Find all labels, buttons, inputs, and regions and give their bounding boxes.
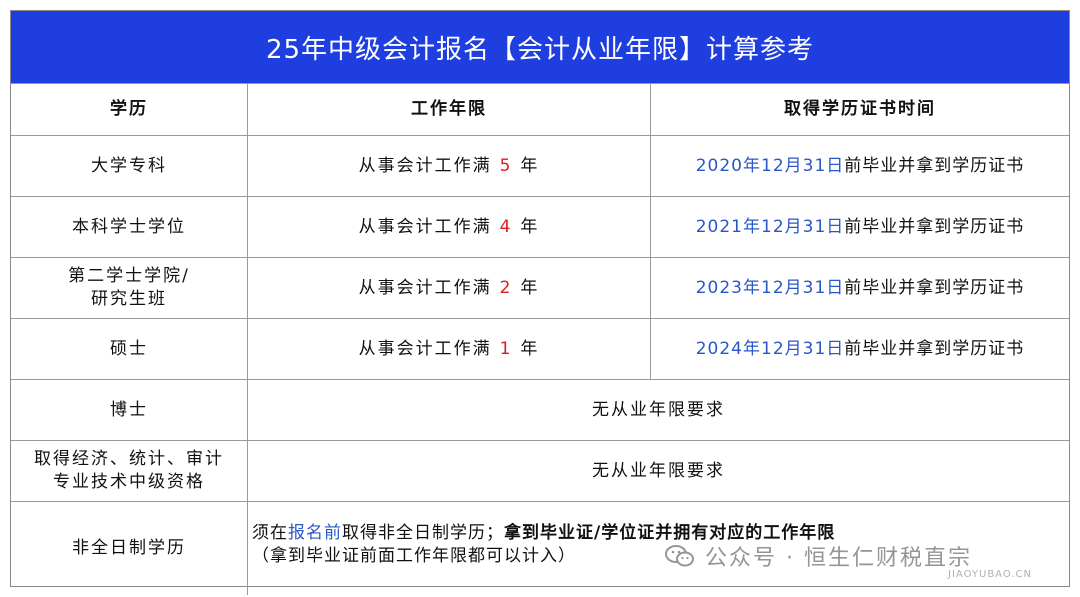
education-line-1: 取得经济、统计、审计 xyxy=(34,449,224,469)
work-years-suffix: 年 xyxy=(520,338,540,359)
work-years-suffix: 年 xyxy=(520,216,540,237)
note-prefix: 须在 xyxy=(252,522,288,543)
years-value: 1 xyxy=(499,338,513,359)
deadline-suffix: 前毕业并拿到学历证书 xyxy=(844,277,1025,298)
education-cell: 第二学士学院/ 研究生班 xyxy=(11,258,248,318)
education-cell: 博士 xyxy=(11,380,248,440)
table-row: 第二学士学院/ 研究生班 从事会计工作满 2 年 2023年12月31日 前毕业并… xyxy=(11,257,1069,318)
work-years-cell: 从事会计工作满 5 年 xyxy=(248,136,651,196)
table-row: 本科学士学位 从事会计工作满 4 年 2021年12月31日 前毕业并拿到学历证书 xyxy=(11,196,1069,257)
work-years-prefix: 从事会计工作满 xyxy=(358,216,492,237)
education-cell: 本科学士学位 xyxy=(11,197,248,257)
education-cell: 取得经济、统计、审计 专业技术中级资格 xyxy=(11,441,248,501)
education-cell: 大学专科 xyxy=(11,136,248,196)
table-title: 25年中级会计报名【会计从业年限】计算参考 xyxy=(11,11,1069,83)
certificate-time-cell: 2020年12月31日 前毕业并拿到学历证书 xyxy=(651,136,1069,196)
certificate-time-cell: 2021年12月31日 前毕业并拿到学历证书 xyxy=(651,197,1069,257)
note-middle: 取得非全日制学历； xyxy=(342,522,504,543)
certificate-time-cell: 2023年12月31日 前毕业并拿到学历证书 xyxy=(651,258,1069,318)
work-years-cell: 从事会计工作满 4 年 xyxy=(248,197,651,257)
header-education: 学历 xyxy=(11,84,248,135)
table-row: 博士 无从业年限要求 xyxy=(11,379,1069,440)
table-row: 硕士 从事会计工作满 1 年 2024年12月31日 前毕业并拿到学历证书 xyxy=(11,318,1069,379)
years-value: 2 xyxy=(499,277,513,298)
requirement-cell: 无从业年限要求 xyxy=(592,460,725,481)
deadline-date: 2023年12月31日 xyxy=(695,277,845,298)
deadline-suffix: 前毕业并拿到学历证书 xyxy=(844,216,1025,237)
work-years-prefix: 从事会计工作满 xyxy=(358,338,492,359)
work-years-suffix: 年 xyxy=(520,155,540,176)
header-work-years: 工作年限 xyxy=(248,84,651,135)
table-frame: 25年中级会计报名【会计从业年限】计算参考 学历 工作年限 取得学历证书时间 大… xyxy=(10,10,1070,595)
work-years-cell: 从事会计工作满 1 年 xyxy=(248,319,651,379)
education-cell: 非全日制学历 xyxy=(11,502,248,595)
wechat-icon xyxy=(665,545,694,567)
deadline-date: 2020年12月31日 xyxy=(695,155,845,176)
watermark: 公众号 · 恒生仁财税直宗 xyxy=(665,540,972,572)
education-cell: 硕士 xyxy=(11,319,248,379)
education-line-1: 第二学士学院/ xyxy=(68,266,190,286)
work-years-cell: 从事会计工作满 2 年 xyxy=(248,258,651,318)
deadline-date: 2021年12月31日 xyxy=(695,216,845,237)
table-row: 大学专科 从事会计工作满 5 年 2020年12月31日 前毕业并拿到学历证书 xyxy=(11,135,1069,196)
deadline-date: 2024年12月31日 xyxy=(695,338,845,359)
header-certificate-time: 取得学历证书时间 xyxy=(784,99,936,119)
watermark-small: JIAOYUBAO.CN xyxy=(948,569,1032,580)
education-line-2: 研究生班 xyxy=(91,289,167,309)
work-years-suffix: 年 xyxy=(520,277,540,298)
work-years-prefix: 从事会计工作满 xyxy=(358,277,492,298)
note-highlight: 报名前 xyxy=(288,522,342,543)
table-header-row: 学历 工作年限 取得学历证书时间 xyxy=(11,83,1069,135)
education-line-2: 专业技术中级资格 xyxy=(53,472,205,492)
years-value: 4 xyxy=(499,216,513,237)
table-row: 取得经济、统计、审计 专业技术中级资格 无从业年限要求 xyxy=(11,440,1069,501)
work-years-prefix: 从事会计工作满 xyxy=(358,155,492,176)
deadline-suffix: 前毕业并拿到学历证书 xyxy=(844,155,1025,176)
watermark-text: 公众号 · 恒生仁财税直宗 xyxy=(705,546,972,571)
deadline-suffix: 前毕业并拿到学历证书 xyxy=(844,338,1025,359)
requirement-cell: 无从业年限要求 xyxy=(592,399,725,420)
table-grid: 学历 工作年限 取得学历证书时间 大学专科 从事会计工作满 5 年 2020年1… xyxy=(11,83,1069,595)
certificate-time-cell: 2024年12月31日 前毕业并拿到学历证书 xyxy=(651,319,1069,379)
years-value: 5 xyxy=(499,155,513,176)
